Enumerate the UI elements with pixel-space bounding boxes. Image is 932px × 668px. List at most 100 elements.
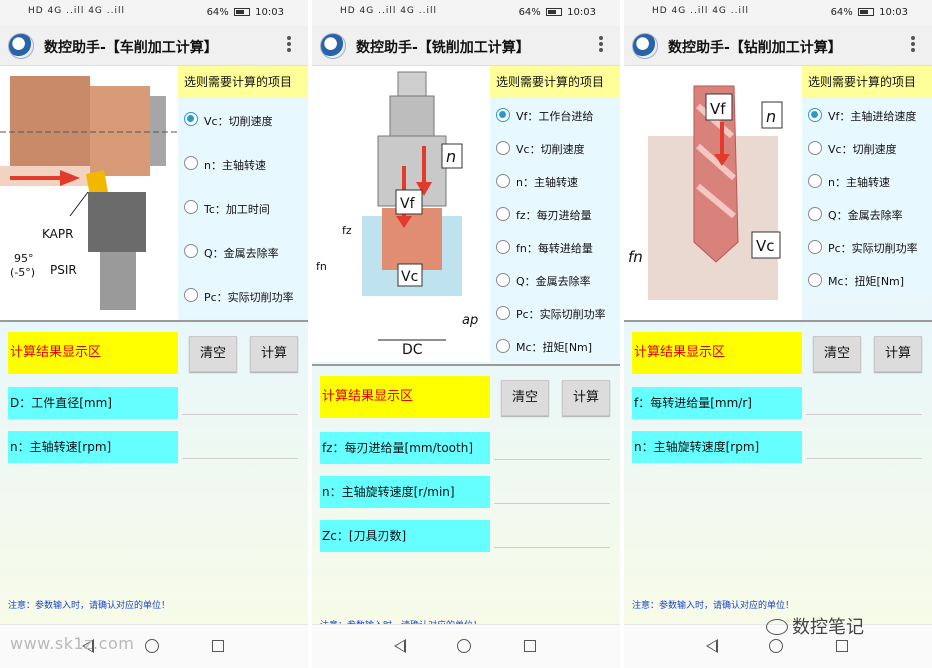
angle2-label: (-5°): [10, 266, 35, 279]
radio-icon[interactable]: [184, 156, 198, 170]
radio-icon[interactable]: [808, 174, 822, 188]
recent-apps-icon[interactable]: [836, 640, 848, 652]
option-q[interactable]: Q：金属去除率: [490, 263, 620, 296]
radio-icon[interactable]: [808, 108, 822, 122]
options-header: 选则需要计算的项目: [490, 66, 620, 98]
option-n[interactable]: n：主轴转速: [802, 164, 932, 197]
feed-per-tooth-input[interactable]: [494, 436, 610, 460]
app-title: 数控助手-【车削加工计算】: [44, 40, 218, 56]
option-q[interactable]: Q：金属去除率: [802, 197, 932, 230]
divider: [624, 320, 932, 322]
clear-button[interactable]: 清空: [813, 336, 861, 372]
option-vf[interactable]: Vf：工作台进给: [490, 98, 620, 131]
option-vc[interactable]: Vc：切削速度: [490, 131, 620, 164]
angle-label: 95°: [14, 252, 34, 265]
vf-label: Vf: [400, 196, 416, 212]
radio-icon[interactable]: [496, 273, 510, 287]
teeth-count-input[interactable]: [494, 524, 610, 548]
radio-icon[interactable]: [808, 207, 822, 221]
status-bar: HD 4G ..ill 4G ..ill 64% 10:03: [624, 0, 932, 26]
radio-icon[interactable]: [808, 273, 822, 287]
unit-note: 注意：参数输入时，请确认对应的单位！: [8, 601, 171, 611]
fn-label: fn: [628, 248, 643, 266]
spindle-speed-input[interactable]: [494, 480, 610, 504]
main-content: Vf n fn Vc 选则需要计算的项目 Vf：主轴进给速度 Vc：切削速度 n…: [624, 66, 932, 624]
radio-icon[interactable]: [496, 141, 510, 155]
home-icon[interactable]: [769, 639, 783, 653]
option-tc[interactable]: Tc：加工时间: [178, 186, 308, 230]
phone-screen-drilling: HD 4G ..ill 4G ..ill 64% 10:03 数控助手-【钻削加…: [624, 0, 932, 668]
radio-icon[interactable]: [496, 240, 510, 254]
dc-label: DC: [402, 342, 423, 358]
radio-icon[interactable]: [184, 112, 198, 126]
option-q[interactable]: Q：金属去除率: [178, 230, 308, 274]
result-display: 计算结果显示区: [632, 332, 802, 374]
system-nav-bar: [312, 624, 620, 668]
radio-icon[interactable]: [184, 288, 198, 302]
option-vf[interactable]: Vf：主轴进给速度: [802, 98, 932, 131]
option-vc[interactable]: Vc：切削速度: [802, 131, 932, 164]
option-pc[interactable]: Pc：实际切削功率: [802, 230, 932, 263]
recent-apps-icon[interactable]: [212, 640, 224, 652]
home-icon[interactable]: [145, 639, 159, 653]
phone-screen-turning: HD 4G ..ill 4G ..ill 64% 10:03 数控助手-【车削加…: [0, 0, 308, 668]
n-label: n: [446, 147, 456, 166]
phone-screen-milling: HD 4G ..ill 4G ..ill 64% 10:03 数控助手-【铣削加…: [312, 0, 620, 668]
battery-percent: 64%: [206, 7, 229, 18]
back-icon[interactable]: [706, 639, 718, 653]
option-fn[interactable]: fn：每转进给量: [490, 230, 620, 263]
options-header: 选则需要计算的项目: [178, 66, 308, 98]
site-watermark: www.sk1z.com: [10, 634, 135, 653]
app-bar: 数控助手-【钻削加工计算】: [624, 26, 932, 66]
option-n[interactable]: n：主轴转速: [490, 164, 620, 197]
radio-icon[interactable]: [496, 108, 510, 122]
radio-icon[interactable]: [808, 141, 822, 155]
field-label-spindle-speed: n：主轴旋转速度[r/min]: [320, 476, 490, 508]
back-icon[interactable]: [394, 639, 406, 653]
radio-icon[interactable]: [496, 207, 510, 221]
brand-watermark: 数控笔记: [766, 613, 864, 639]
feed-per-rev-input[interactable]: [806, 391, 922, 415]
option-pc[interactable]: Pc：实际切削功率: [490, 296, 620, 329]
option-pc[interactable]: Pc：实际切削功率: [178, 274, 308, 318]
fz-label: fz: [342, 224, 352, 237]
main-content: KAPR 95° (-5°) PSIR 选则需要计算的项目 Vc：切削速度 n：…: [0, 66, 308, 624]
drilling-diagram: Vf n fn Vc: [624, 66, 802, 320]
option-fz[interactable]: fz：每刃进给量: [490, 197, 620, 230]
clear-button[interactable]: 清空: [189, 336, 237, 372]
field-label-feed-per-tooth: fz：每刃进给量[mm/tooth]: [320, 432, 490, 464]
field-label-spindle-speed: n：主轴旋转速度[rpm]: [632, 431, 802, 463]
recent-apps-icon[interactable]: [524, 640, 536, 652]
option-mc[interactable]: Mc：扭矩[Nm]: [490, 329, 620, 362]
vc-label: Vc: [756, 237, 775, 255]
radio-icon[interactable]: [496, 174, 510, 188]
spindle-speed-input[interactable]: [182, 435, 298, 459]
calculate-button[interactable]: 计算: [874, 336, 922, 372]
calculate-button[interactable]: 计算: [562, 380, 610, 416]
milling-diagram: n Vf fz fn Vc DC ap: [312, 66, 490, 362]
radio-icon[interactable]: [496, 339, 510, 353]
radio-icon[interactable]: [184, 200, 198, 214]
radio-icon[interactable]: [184, 244, 198, 258]
diameter-input[interactable]: [182, 391, 298, 415]
option-n[interactable]: n：主轴转速: [178, 142, 308, 186]
option-vc[interactable]: Vc：切削速度: [178, 98, 308, 142]
spindle-speed-input[interactable]: [806, 435, 922, 459]
option-mc[interactable]: Mc：扭矩[Nm]: [802, 263, 932, 296]
status-bar: HD 4G ..ill 4G ..ill 64% 10:03: [0, 0, 308, 26]
overflow-menu-icon[interactable]: [286, 36, 292, 56]
calculate-button[interactable]: 计算: [250, 336, 298, 372]
overflow-menu-icon[interactable]: [598, 36, 604, 56]
overflow-menu-icon[interactable]: [910, 36, 916, 56]
radio-icon[interactable]: [496, 306, 510, 320]
main-content: n Vf fz fn Vc DC ap 选则需要计算的项目 Vf：工作台进给 V…: [312, 66, 620, 631]
result-display: 计算结果显示区: [320, 376, 490, 418]
app-logo-icon: [8, 33, 34, 59]
home-icon[interactable]: [457, 639, 471, 653]
radio-icon[interactable]: [808, 240, 822, 254]
clear-button[interactable]: 清空: [501, 380, 549, 416]
status-right: 64% 10:03: [831, 7, 908, 18]
fn-label: fn: [316, 260, 327, 273]
app-title: 数控助手-【钻削加工计算】: [668, 40, 842, 56]
status-right: 64% 10:03: [207, 7, 284, 18]
